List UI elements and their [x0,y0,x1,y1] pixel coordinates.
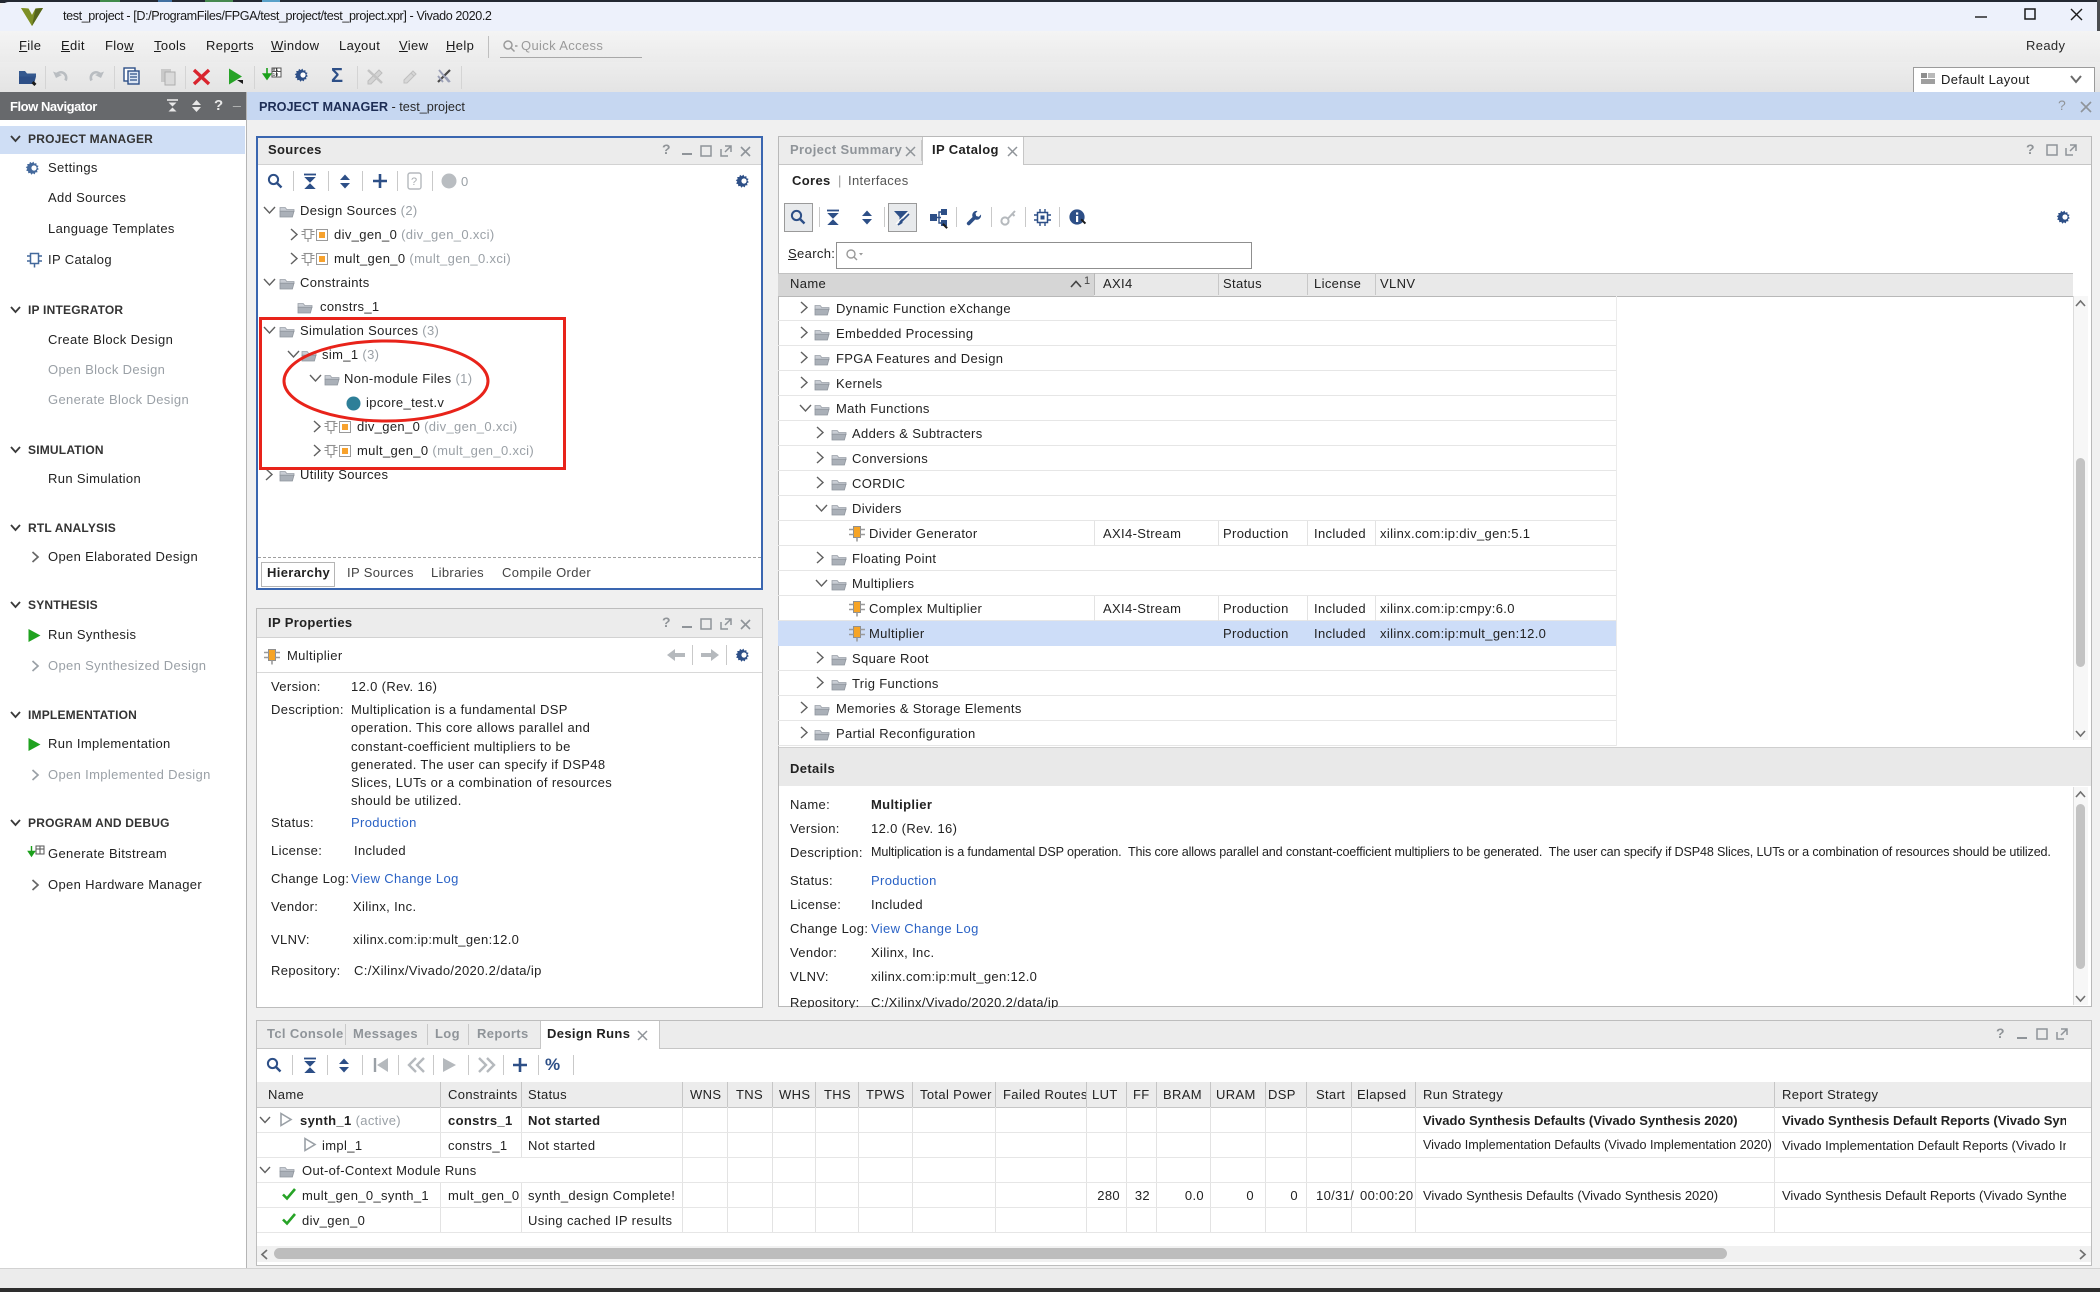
svg-text:10: 10 [273,72,279,78]
svg-text:?: ? [411,176,417,188]
